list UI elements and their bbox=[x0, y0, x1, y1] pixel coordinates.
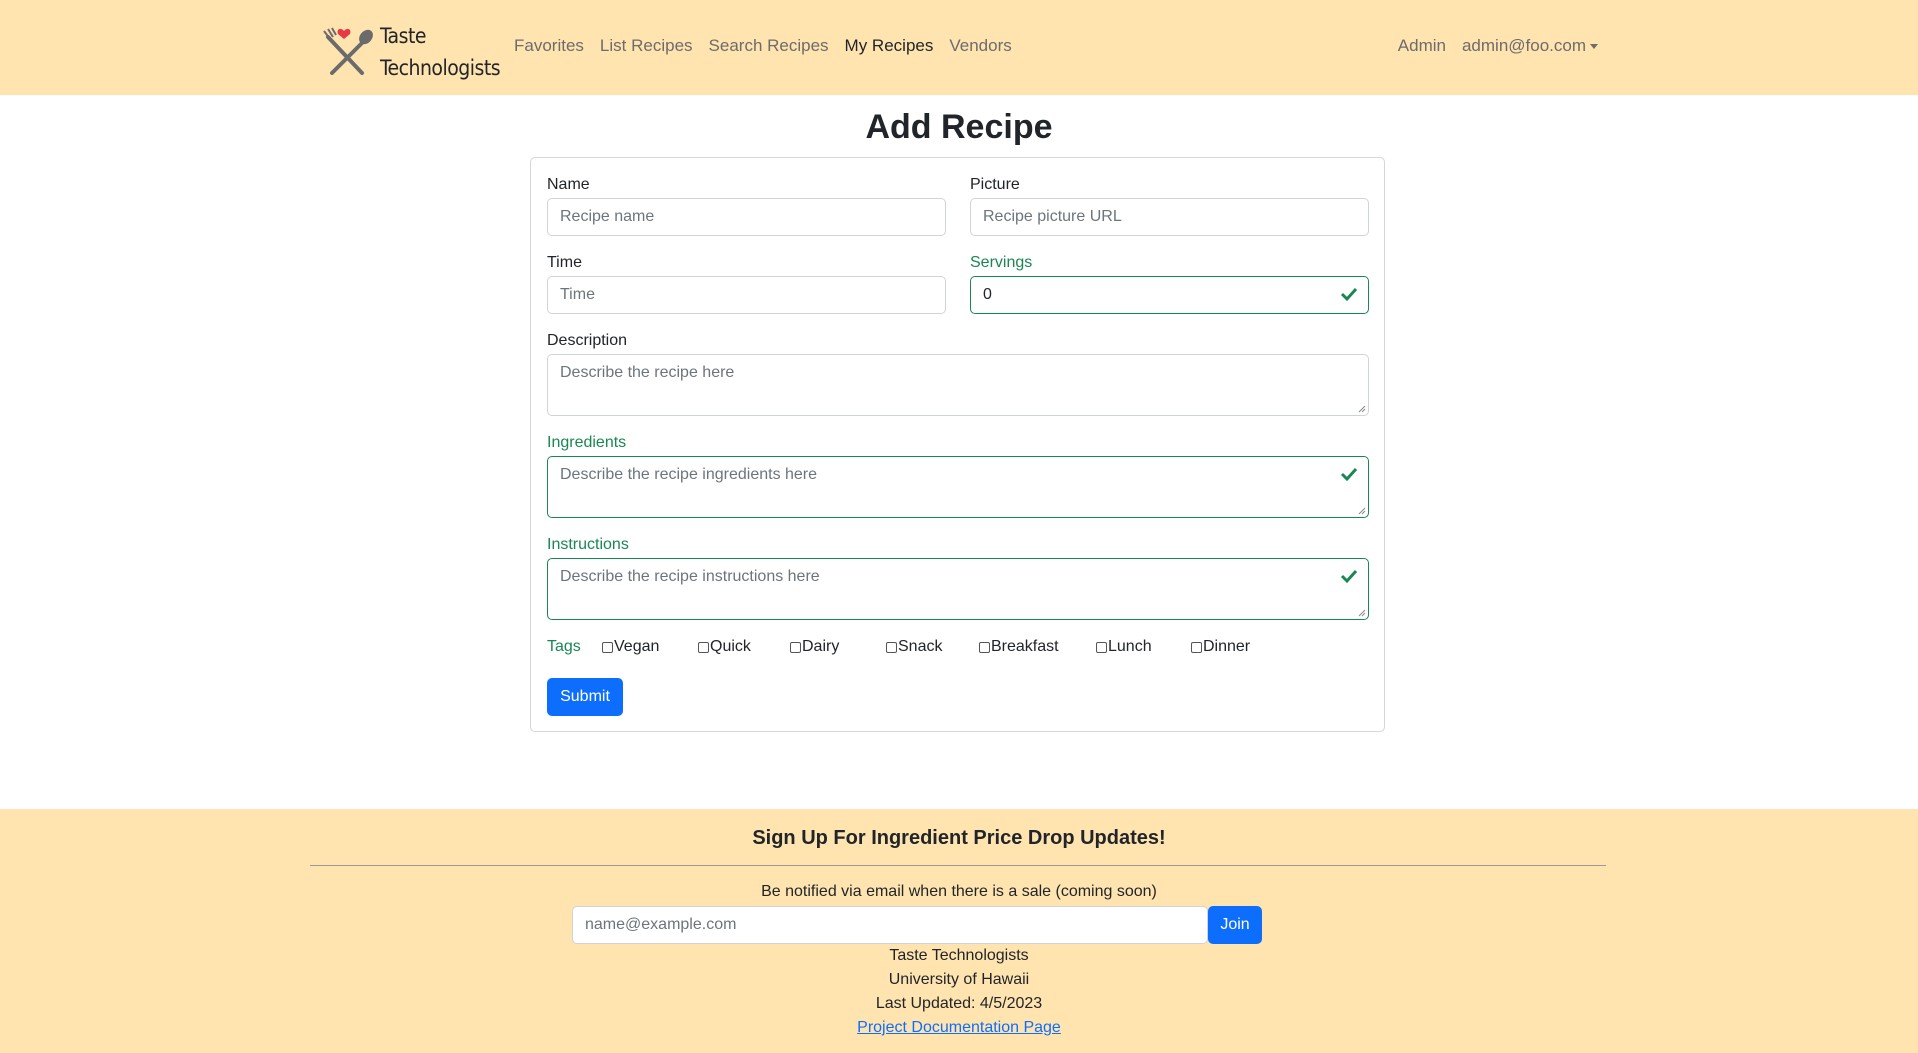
ingredients-label: Ingredients bbox=[547, 434, 627, 451]
signup-heading: Sign Up For Ingredient Price Drop Update… bbox=[752, 827, 1166, 849]
servings-input[interactable]: 0 bbox=[970, 276, 1369, 314]
dinner-checkbox[interactable] bbox=[1191, 641, 1202, 653]
tag-dinner-label: Dinner bbox=[1203, 638, 1251, 655]
quick-checkbox[interactable] bbox=[698, 641, 709, 653]
dairy-checkbox[interactable] bbox=[790, 641, 801, 653]
resize-grip-icon[interactable] bbox=[1358, 507, 1366, 515]
page-title: Add Recipe bbox=[865, 108, 1053, 146]
description-placeholder: Describe the recipe here bbox=[560, 364, 735, 381]
servings-label: Servings bbox=[970, 254, 1033, 271]
user-email: admin@foo.com bbox=[1461, 36, 1586, 55]
nav-list-recipes[interactable]: List Recipes bbox=[600, 36, 693, 56]
nav-right: Admin admin@foo.com bbox=[1382, 36, 1598, 56]
nav-admin[interactable]: Admin bbox=[1398, 36, 1446, 56]
description-textarea[interactable]: Describe the recipe here bbox=[547, 354, 1369, 416]
caret-down-icon bbox=[1590, 44, 1598, 50]
project-documentation-link[interactable]: Project Documentation Page bbox=[857, 1019, 1061, 1036]
name-label: Name bbox=[547, 176, 590, 193]
join-button[interactable]: Join bbox=[1208, 906, 1262, 944]
navbar: Taste Technologists Favorites List Recip… bbox=[0, 0, 1918, 95]
check-icon bbox=[1340, 569, 1358, 584]
tag-lunch-label: Lunch bbox=[1108, 638, 1152, 655]
tag-breakfast[interactable]: Breakfast bbox=[979, 638, 1096, 656]
submit-button[interactable]: Submit bbox=[547, 678, 623, 716]
tag-snack-label: Snack bbox=[898, 638, 943, 655]
footer-doc-link-row: Project Documentation Page bbox=[0, 1019, 1918, 1037]
tag-dairy[interactable]: Dairy bbox=[790, 638, 886, 656]
footer: Sign Up For Ingredient Price Drop Update… bbox=[0, 809, 1918, 1053]
footer-university: University of Hawaii bbox=[888, 971, 1030, 988]
vegan-checkbox[interactable] bbox=[602, 641, 613, 653]
tag-quick[interactable]: Quick bbox=[698, 638, 790, 656]
tag-dinner[interactable]: Dinner bbox=[1191, 638, 1250, 656]
tag-breakfast-label: Breakfast bbox=[991, 638, 1059, 655]
nav-favorites[interactable]: Favorites bbox=[514, 36, 584, 56]
fork-spoon-heart-icon bbox=[323, 27, 373, 75]
nav-my-recipes[interactable]: My Recipes bbox=[845, 36, 934, 56]
resize-grip-icon[interactable] bbox=[1358, 609, 1366, 617]
tag-lunch[interactable]: Lunch bbox=[1096, 638, 1191, 656]
check-icon bbox=[1340, 287, 1358, 302]
time-input[interactable]: Time bbox=[547, 276, 946, 314]
time-label: Time bbox=[547, 254, 582, 271]
tag-vegan[interactable]: Vegan bbox=[602, 638, 698, 656]
picture-input[interactable]: Recipe picture URL bbox=[970, 198, 1369, 236]
brand-name-line2: Technologists bbox=[380, 56, 501, 80]
resize-grip-icon[interactable] bbox=[1358, 405, 1366, 413]
tag-dairy-label: Dairy bbox=[802, 638, 840, 655]
brand-name-line1: Taste bbox=[380, 24, 427, 48]
instructions-textarea[interactable]: Describe the recipe instructions here bbox=[547, 558, 1369, 620]
name-input[interactable]: Recipe name bbox=[547, 198, 946, 236]
brand-logo[interactable]: Taste Technologists bbox=[318, 20, 501, 84]
servings-value: 0 bbox=[983, 286, 992, 303]
nav-vendors[interactable]: Vendors bbox=[949, 36, 1011, 56]
notify-text: Be notified via email when there is a sa… bbox=[761, 883, 1157, 900]
instructions-placeholder: Describe the recipe instructions here bbox=[560, 568, 820, 585]
tag-vegan-label: Vegan bbox=[614, 638, 660, 655]
picture-label: Picture bbox=[970, 176, 1020, 193]
footer-updated: Last Updated: 4/5/2023 bbox=[875, 995, 1043, 1012]
ingredients-textarea[interactable]: Describe the recipe ingredients here bbox=[547, 456, 1369, 518]
snack-checkbox[interactable] bbox=[886, 641, 897, 653]
lunch-checkbox[interactable] bbox=[1096, 641, 1107, 653]
nav-links: Favorites List Recipes Search Recipes My… bbox=[514, 36, 1028, 56]
ingredients-placeholder: Describe the recipe ingredients here bbox=[560, 466, 818, 483]
footer-divider bbox=[310, 865, 1606, 866]
tags-group: Tags Vegan Quick Dairy Snack Breakfast L… bbox=[547, 638, 1250, 656]
check-icon bbox=[1340, 467, 1358, 482]
footer-org: Taste Technologists bbox=[889, 947, 1029, 964]
tags-label: Tags bbox=[547, 638, 581, 655]
user-dropdown[interactable]: admin@foo.com bbox=[1462, 36, 1598, 56]
breakfast-checkbox[interactable] bbox=[979, 641, 990, 653]
tag-quick-label: Quick bbox=[710, 638, 751, 655]
instructions-label: Instructions bbox=[547, 536, 629, 553]
nav-search-recipes[interactable]: Search Recipes bbox=[709, 36, 829, 56]
tag-snack[interactable]: Snack bbox=[886, 638, 979, 656]
email-input[interactable]: name@example.com bbox=[572, 906, 1208, 944]
description-label: Description bbox=[547, 332, 628, 349]
